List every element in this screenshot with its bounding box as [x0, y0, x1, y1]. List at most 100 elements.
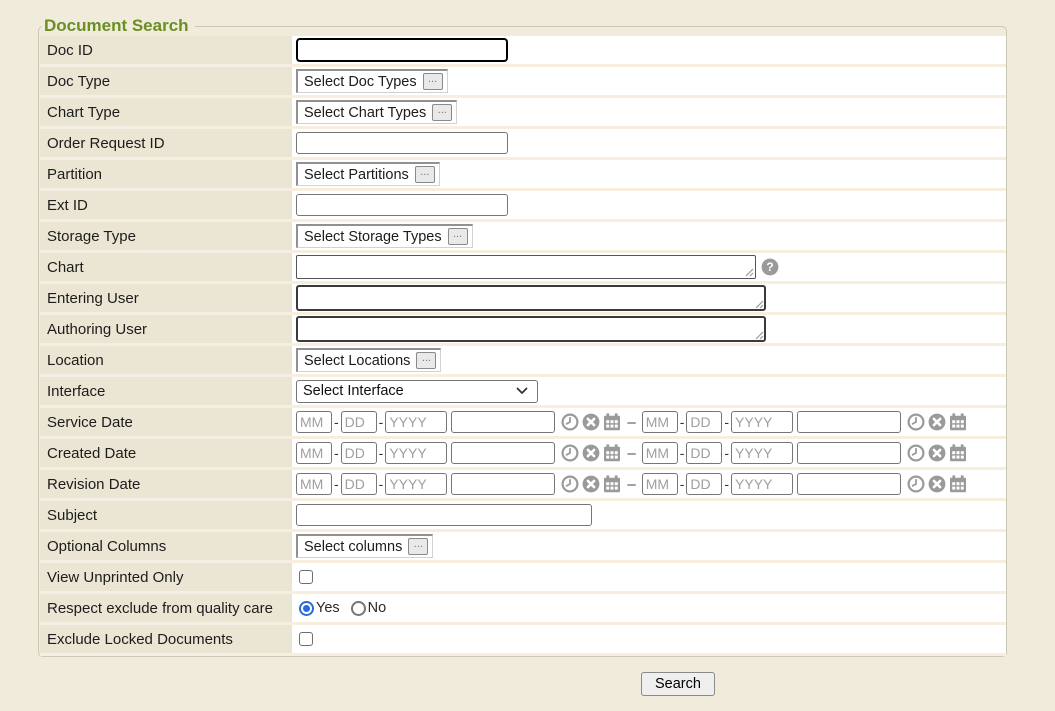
- service-date-to-month-input[interactable]: [642, 411, 678, 433]
- clock-icon[interactable]: [907, 475, 925, 493]
- resize-grip-icon[interactable]: [745, 268, 754, 277]
- help-icon[interactable]: [761, 258, 779, 276]
- chart-type-multiselect-text: Select Chart Types: [304, 105, 426, 121]
- doc-type-browse-button[interactable]: ...: [423, 73, 443, 90]
- interface-label: Interface: [40, 377, 292, 408]
- revision-date-from-time-input[interactable]: [451, 473, 555, 495]
- created-date-from-day-input[interactable]: [341, 442, 377, 464]
- row-authoring-user: Authoring User: [40, 315, 1006, 346]
- partition-multiselect[interactable]: Select Partitions ...: [296, 162, 440, 186]
- partition-browse-button[interactable]: ...: [415, 166, 435, 183]
- date-field-separator: -: [379, 414, 384, 430]
- revision-date-to-day-input[interactable]: [686, 473, 722, 495]
- location-browse-button[interactable]: ...: [416, 352, 436, 369]
- clock-icon[interactable]: [561, 444, 579, 462]
- clock-icon[interactable]: [907, 413, 925, 431]
- calendar-icon[interactable]: [603, 413, 621, 431]
- created-date-from-month-input[interactable]: [296, 442, 332, 464]
- search-button[interactable]: Search: [641, 672, 715, 696]
- document-search-panel: Document Search Doc ID Doc Type Select D…: [38, 16, 1007, 657]
- revision-date-to-time-input[interactable]: [797, 473, 901, 495]
- clear-icon[interactable]: [928, 475, 946, 493]
- chevron-down-icon: [516, 387, 528, 395]
- service-date-to-time-input[interactable]: [797, 411, 901, 433]
- exclude-locked-checkbox[interactable]: [299, 632, 313, 646]
- interface-select-value: Select Interface: [303, 383, 404, 399]
- storage-type-multiselect[interactable]: Select Storage Types ...: [296, 224, 473, 248]
- resize-grip-icon[interactable]: [755, 300, 764, 309]
- chart-type-multiselect[interactable]: Select Chart Types ...: [296, 100, 457, 124]
- interface-select[interactable]: Select Interface: [296, 380, 538, 403]
- revision-date-from-year-input[interactable]: [385, 473, 447, 495]
- exclude-locked-label: Exclude Locked Documents: [40, 625, 292, 656]
- calendar-icon[interactable]: [603, 475, 621, 493]
- calendar-icon[interactable]: [603, 444, 621, 462]
- order-request-id-input[interactable]: [296, 132, 508, 154]
- created-date-to-time-input[interactable]: [797, 442, 901, 464]
- clear-icon[interactable]: [582, 475, 600, 493]
- service-date-from-day-input[interactable]: [341, 411, 377, 433]
- chart-textarea[interactable]: [296, 255, 756, 279]
- doc-type-label: Doc Type: [40, 67, 292, 98]
- row-revision-date: Revision Date - - – - -: [40, 470, 1006, 501]
- ext-id-input[interactable]: [296, 194, 508, 216]
- created-date-label: Created Date: [40, 439, 292, 470]
- service-date-to-day-input[interactable]: [686, 411, 722, 433]
- view-unprinted-only-label: View Unprinted Only: [40, 563, 292, 594]
- service-date-from-year-input[interactable]: [385, 411, 447, 433]
- partition-label: Partition: [40, 160, 292, 191]
- clock-icon[interactable]: [561, 413, 579, 431]
- authoring-user-label: Authoring User: [40, 315, 292, 346]
- respect-exclude-label: Respect exclude from quality care: [40, 594, 292, 625]
- storage-type-browse-button[interactable]: ...: [448, 228, 468, 245]
- service-date-from-month-input[interactable]: [296, 411, 332, 433]
- clear-icon[interactable]: [582, 444, 600, 462]
- chart-type-browse-button[interactable]: ...: [432, 104, 452, 121]
- service-date-to-year-input[interactable]: [731, 411, 793, 433]
- doc-type-multiselect[interactable]: Select Doc Types ...: [296, 69, 448, 93]
- date-field-separator: -: [334, 476, 339, 492]
- calendar-icon[interactable]: [949, 413, 967, 431]
- date-field-separator: -: [334, 414, 339, 430]
- doc-id-input[interactable]: [296, 38, 508, 62]
- date-range-separator: –: [627, 445, 635, 462]
- revision-date-from-day-input[interactable]: [341, 473, 377, 495]
- created-date-to-month-input[interactable]: [642, 442, 678, 464]
- location-multiselect-text: Select Locations: [304, 353, 410, 369]
- row-subject: Subject: [40, 501, 1006, 532]
- respect-exclude-yes-label: Yes: [316, 600, 340, 616]
- calendar-icon[interactable]: [949, 444, 967, 462]
- clear-icon[interactable]: [582, 413, 600, 431]
- entering-user-textarea[interactable]: [296, 285, 766, 311]
- clock-icon[interactable]: [561, 475, 579, 493]
- respect-exclude-no-radio[interactable]: [351, 601, 366, 616]
- date-field-separator: -: [379, 476, 384, 492]
- subject-input[interactable]: [296, 504, 592, 526]
- resize-grip-icon[interactable]: [755, 331, 764, 340]
- optional-columns-browse-button[interactable]: ...: [408, 538, 428, 555]
- date-field-separator: -: [724, 414, 729, 430]
- clear-icon[interactable]: [928, 413, 946, 431]
- service-date-from-time-input[interactable]: [451, 411, 555, 433]
- row-chart-type: Chart Type Select Chart Types ...: [40, 98, 1006, 129]
- date-field-separator: -: [680, 414, 685, 430]
- calendar-icon[interactable]: [949, 475, 967, 493]
- created-date-to-year-input[interactable]: [731, 442, 793, 464]
- optional-columns-multiselect[interactable]: Select columns ...: [296, 534, 433, 558]
- authoring-user-textarea[interactable]: [296, 316, 766, 342]
- storage-type-multiselect-text: Select Storage Types: [304, 229, 442, 245]
- revision-date-to-year-input[interactable]: [731, 473, 793, 495]
- revision-date-to-month-input[interactable]: [642, 473, 678, 495]
- clear-icon[interactable]: [928, 444, 946, 462]
- row-interface: Interface Select Interface: [40, 377, 1006, 408]
- revision-date-from-month-input[interactable]: [296, 473, 332, 495]
- view-unprinted-only-checkbox[interactable]: [299, 570, 313, 584]
- created-date-from-year-input[interactable]: [385, 442, 447, 464]
- location-multiselect[interactable]: Select Locations ...: [296, 348, 441, 372]
- partition-multiselect-text: Select Partitions: [304, 167, 409, 183]
- date-field-separator: -: [379, 445, 384, 461]
- clock-icon[interactable]: [907, 444, 925, 462]
- created-date-from-time-input[interactable]: [451, 442, 555, 464]
- respect-exclude-yes-radio[interactable]: [299, 601, 314, 616]
- created-date-to-day-input[interactable]: [686, 442, 722, 464]
